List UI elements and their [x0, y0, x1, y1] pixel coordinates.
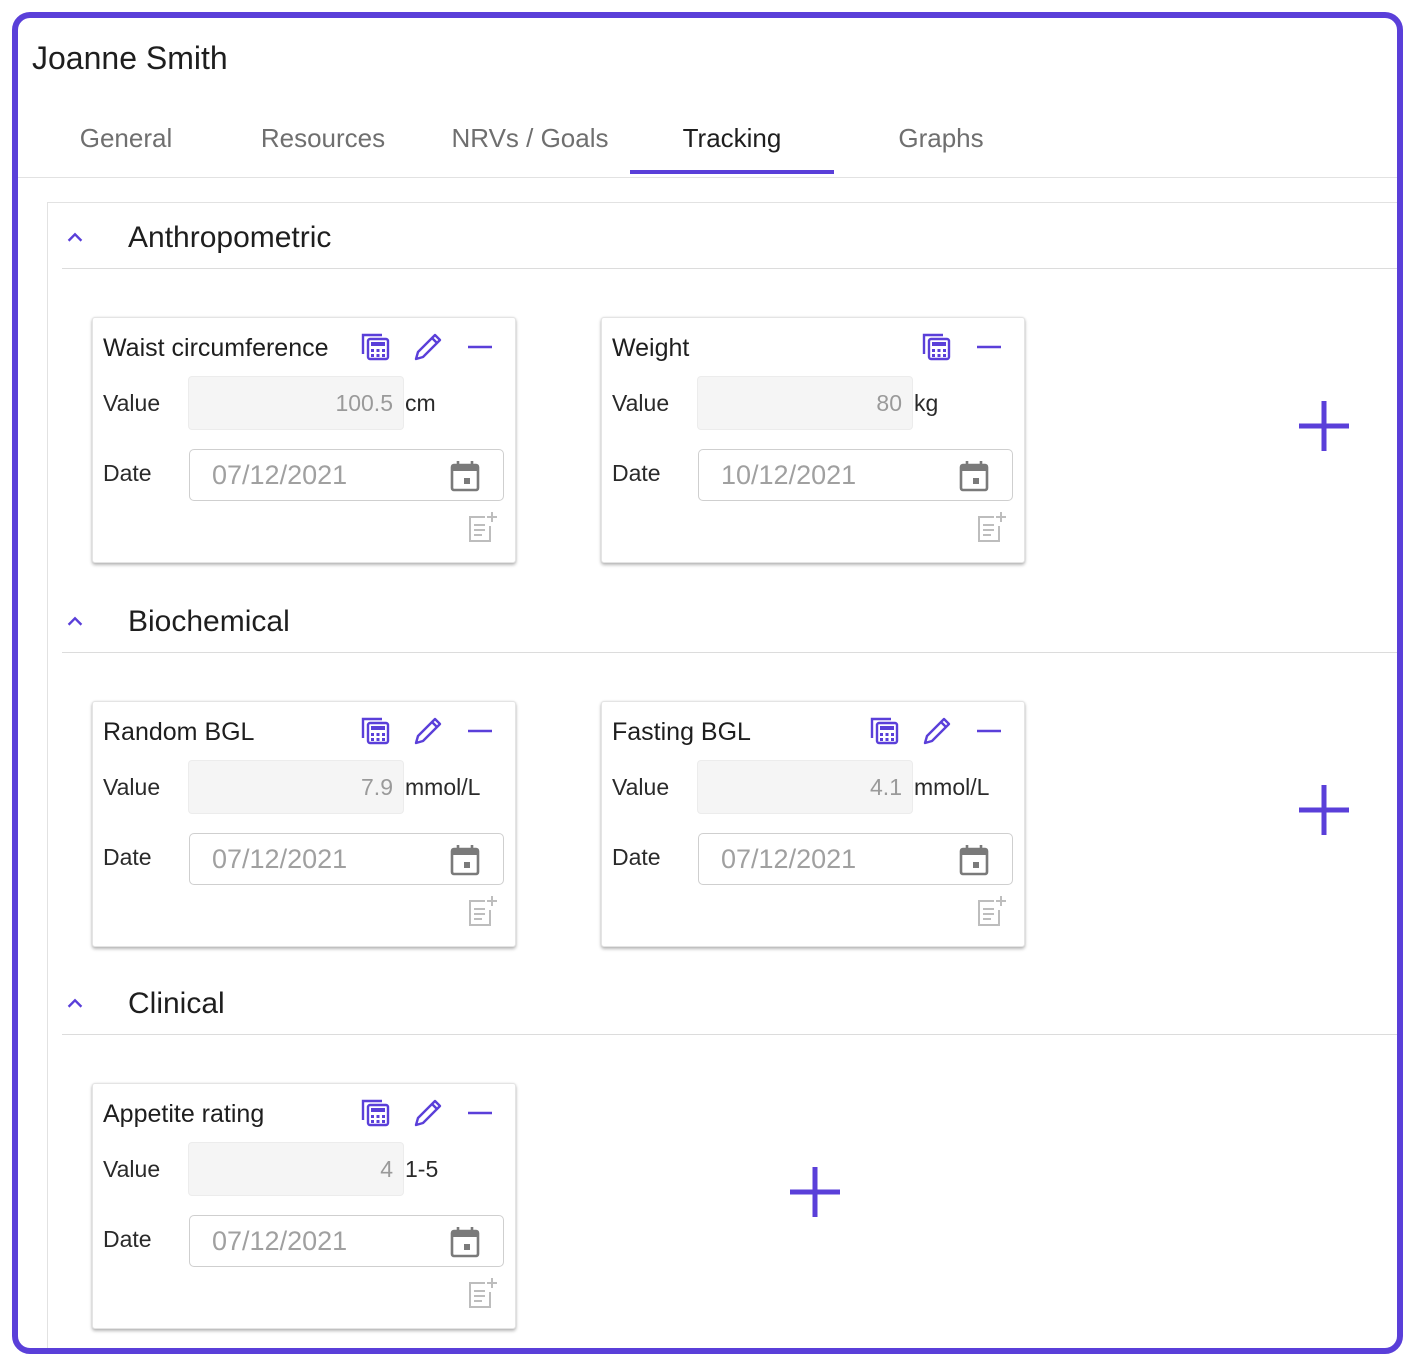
minus-icon[interactable]: [972, 714, 1006, 748]
value-field: 100.5: [188, 376, 404, 430]
value-text: 7.9: [361, 774, 393, 800]
unit-label: kg: [914, 390, 939, 416]
add-biochemical-button[interactable]: [1297, 783, 1351, 837]
value-text: 80: [876, 390, 902, 416]
patient-name: Joanne Smith: [32, 40, 228, 76]
calendar-icon[interactable]: [958, 459, 990, 493]
date-picker[interactable]: 07/12/2021: [698, 833, 1013, 885]
add-anthropometric-button[interactable]: [1297, 399, 1351, 453]
minus-icon[interactable]: [463, 330, 497, 364]
date-picker[interactable]: 07/12/2021: [189, 1215, 504, 1267]
note-add-icon[interactable]: [465, 894, 499, 928]
pencil-icon[interactable]: [411, 330, 445, 364]
chevron-up-icon[interactable]: [64, 611, 86, 633]
calculator-icon[interactable]: [920, 330, 954, 364]
value-text: 100.5: [335, 390, 393, 416]
tracking-card-appetite: Appetite rating Value 4 1-5 Date 07/12/2: [92, 1083, 516, 1329]
value-field: 7.9: [188, 760, 404, 814]
date-picker[interactable]: 07/12/2021: [189, 833, 504, 885]
tracking-card-weight: Weight Value 80 kg Date 10/12/2021: [601, 317, 1025, 563]
value-label: Value: [103, 774, 161, 800]
calendar-icon[interactable]: [449, 1225, 481, 1259]
chevron-up-icon[interactable]: [64, 993, 86, 1015]
date-text: 07/12/2021: [212, 460, 348, 490]
date-label: Date: [103, 1226, 152, 1252]
tab-general[interactable]: General: [56, 102, 196, 178]
active-tab-indicator: [630, 170, 834, 174]
card-title: Weight: [612, 334, 690, 362]
date-label: Date: [612, 844, 661, 870]
card-title: Appetite rating: [103, 1100, 265, 1128]
pencil-icon[interactable]: [411, 1096, 445, 1130]
tab-tracking[interactable]: Tracking: [630, 102, 834, 178]
chevron-up-icon[interactable]: [64, 227, 86, 249]
app-frame: Joanne Smith General Resources NRVs / Go…: [12, 12, 1403, 1354]
pencil-icon[interactable]: [920, 714, 954, 748]
value-field: 4: [188, 1142, 404, 1196]
date-label: Date: [612, 460, 661, 486]
calculator-icon[interactable]: [359, 1096, 393, 1130]
card-title: Random BGL: [103, 718, 255, 746]
tracking-card-waist: Waist circumference Value 100.5 cm Date: [92, 317, 516, 563]
card-title: Waist circumference: [103, 334, 329, 362]
unit-label: 1-5: [405, 1156, 439, 1182]
date-text: 07/12/2021: [721, 844, 857, 874]
date-picker[interactable]: 10/12/2021: [698, 449, 1013, 501]
value-label: Value: [612, 774, 670, 800]
value-label: Value: [103, 390, 161, 416]
calculator-icon[interactable]: [868, 714, 902, 748]
minus-icon[interactable]: [972, 330, 1006, 364]
tracking-card-fasting-bgl: Fasting BGL Value 4.1 mmol/L Date 07/12/: [601, 701, 1025, 947]
add-clinical-button[interactable]: [788, 1165, 842, 1219]
minus-icon[interactable]: [463, 714, 497, 748]
section-header-anthropometric[interactable]: Anthropometric: [62, 215, 1397, 269]
tab-graphs[interactable]: Graphs: [876, 102, 1006, 178]
date-text: 07/12/2021: [212, 844, 348, 874]
note-add-icon[interactable]: [974, 894, 1008, 928]
date-text: 07/12/2021: [212, 1226, 348, 1256]
note-add-icon[interactable]: [465, 510, 499, 544]
calendar-icon[interactable]: [449, 459, 481, 493]
calculator-icon[interactable]: [359, 330, 393, 364]
card-title: Fasting BGL: [612, 718, 751, 746]
tracking-card-random-bgl: Random BGL Value 7.9 mmol/L Date 07/12/2: [92, 701, 516, 947]
unit-label: cm: [405, 390, 436, 416]
section-header-clinical[interactable]: Clinical: [62, 981, 1397, 1035]
note-add-icon[interactable]: [974, 510, 1008, 544]
section-title: Biochemical: [128, 605, 290, 638]
value-field: 80: [697, 376, 913, 430]
tab-nrvs-goals[interactable]: NRVs / Goals: [440, 102, 620, 178]
value-field: 4.1: [697, 760, 913, 814]
unit-label: mmol/L: [405, 774, 481, 800]
section-header-biochemical[interactable]: Biochemical: [62, 599, 1397, 653]
date-picker[interactable]: 07/12/2021: [189, 449, 504, 501]
value-label: Value: [103, 1156, 161, 1182]
calendar-icon[interactable]: [449, 843, 481, 877]
value-text: 4.1: [870, 774, 902, 800]
value-text: 4: [380, 1156, 393, 1182]
date-label: Date: [103, 844, 152, 870]
tracking-content: Anthropometric Waist circumference Value…: [47, 202, 1397, 1348]
tab-bar: General Resources NRVs / Goals Tracking …: [18, 102, 1397, 178]
pencil-icon[interactable]: [411, 714, 445, 748]
section-title: Anthropometric: [128, 221, 332, 254]
date-text: 10/12/2021: [721, 460, 857, 490]
tab-resources[interactable]: Resources: [248, 102, 398, 178]
date-label: Date: [103, 460, 152, 486]
note-add-icon[interactable]: [465, 1276, 499, 1310]
unit-label: mmol/L: [914, 774, 990, 800]
section-title: Clinical: [128, 987, 225, 1020]
minus-icon[interactable]: [463, 1096, 497, 1130]
calculator-icon[interactable]: [359, 714, 393, 748]
calendar-icon[interactable]: [958, 843, 990, 877]
value-label: Value: [612, 390, 670, 416]
